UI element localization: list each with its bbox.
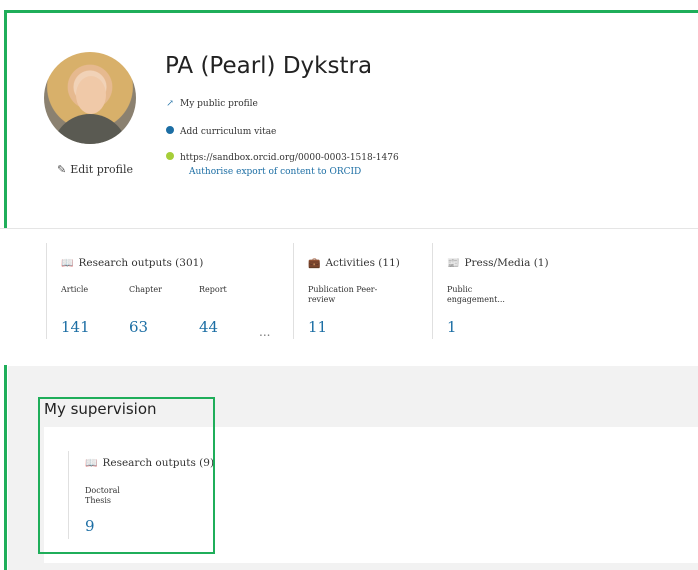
edit-profile-label: Edit profile: [70, 163, 134, 176]
orcid-url: https://sandbox.orcid.org/0000-0003-1518…: [180, 152, 399, 163]
book-icon: 📖: [61, 257, 74, 269]
profile-name: PA (Pearl) Dykstra: [165, 53, 373, 79]
avatar-shoulders: [52, 114, 128, 144]
profile-header: ✎ Edit profile PA (Pearl) Dykstra ↗ My p…: [0, 0, 698, 228]
add-cv-label: Add curriculum vitae: [180, 126, 277, 137]
pencil-icon: ✎: [57, 163, 67, 176]
research-outputs-group: 📖 Research outputs (301) Article Chapter…: [46, 243, 292, 339]
avatar-face: [76, 76, 106, 114]
more-ellipsis[interactable]: ...: [259, 325, 270, 339]
activities-group: 💼 Activities (11) Publication Peer-revie…: [293, 243, 431, 339]
stat-label-chapter: Chapter: [129, 285, 162, 294]
highlight-box: [38, 397, 215, 554]
stats-section: 📖 Research outputs (301) Article Chapter…: [0, 229, 698, 365]
activities-title[interactable]: 💼 Activities (11): [308, 257, 400, 269]
stat-value-chapter[interactable]: 63: [129, 318, 148, 336]
orcid-icon: [165, 152, 175, 163]
briefcase-icon: 💼: [308, 257, 321, 269]
avatar: [44, 52, 136, 144]
press-media-title[interactable]: 📰 Press/Media (1): [447, 257, 549, 269]
add-cv-link[interactable]: Add curriculum vitae: [165, 126, 276, 137]
activities-label: Publication Peer-review: [308, 285, 378, 304]
edit-profile-button[interactable]: ✎ Edit profile: [57, 163, 133, 176]
press-media-label: Public engagement...: [447, 285, 505, 304]
stat-label-report: Report: [199, 285, 227, 294]
public-profile-link[interactable]: ↗ My public profile: [165, 99, 258, 109]
activities-value[interactable]: 11: [308, 318, 327, 336]
public-profile-label: My public profile: [180, 99, 258, 109]
stat-value-article[interactable]: 141: [61, 318, 90, 336]
research-outputs-title[interactable]: 📖 Research outputs (301): [61, 257, 203, 269]
stat-value-report[interactable]: 44: [199, 318, 218, 336]
cv-icon: [165, 126, 175, 137]
stat-label-article: Article: [61, 285, 89, 294]
press-media-group: 📰 Press/Media (1) Public engagement... 1: [432, 243, 582, 339]
external-arrow-icon: ↗: [166, 99, 174, 109]
newspaper-icon: 📰: [447, 257, 460, 269]
orcid-authorise-link[interactable]: Authorise export of content to ORCID: [189, 167, 361, 177]
orcid-link[interactable]: https://sandbox.orcid.org/0000-0003-1518…: [165, 152, 399, 163]
press-media-value[interactable]: 1: [447, 318, 457, 336]
